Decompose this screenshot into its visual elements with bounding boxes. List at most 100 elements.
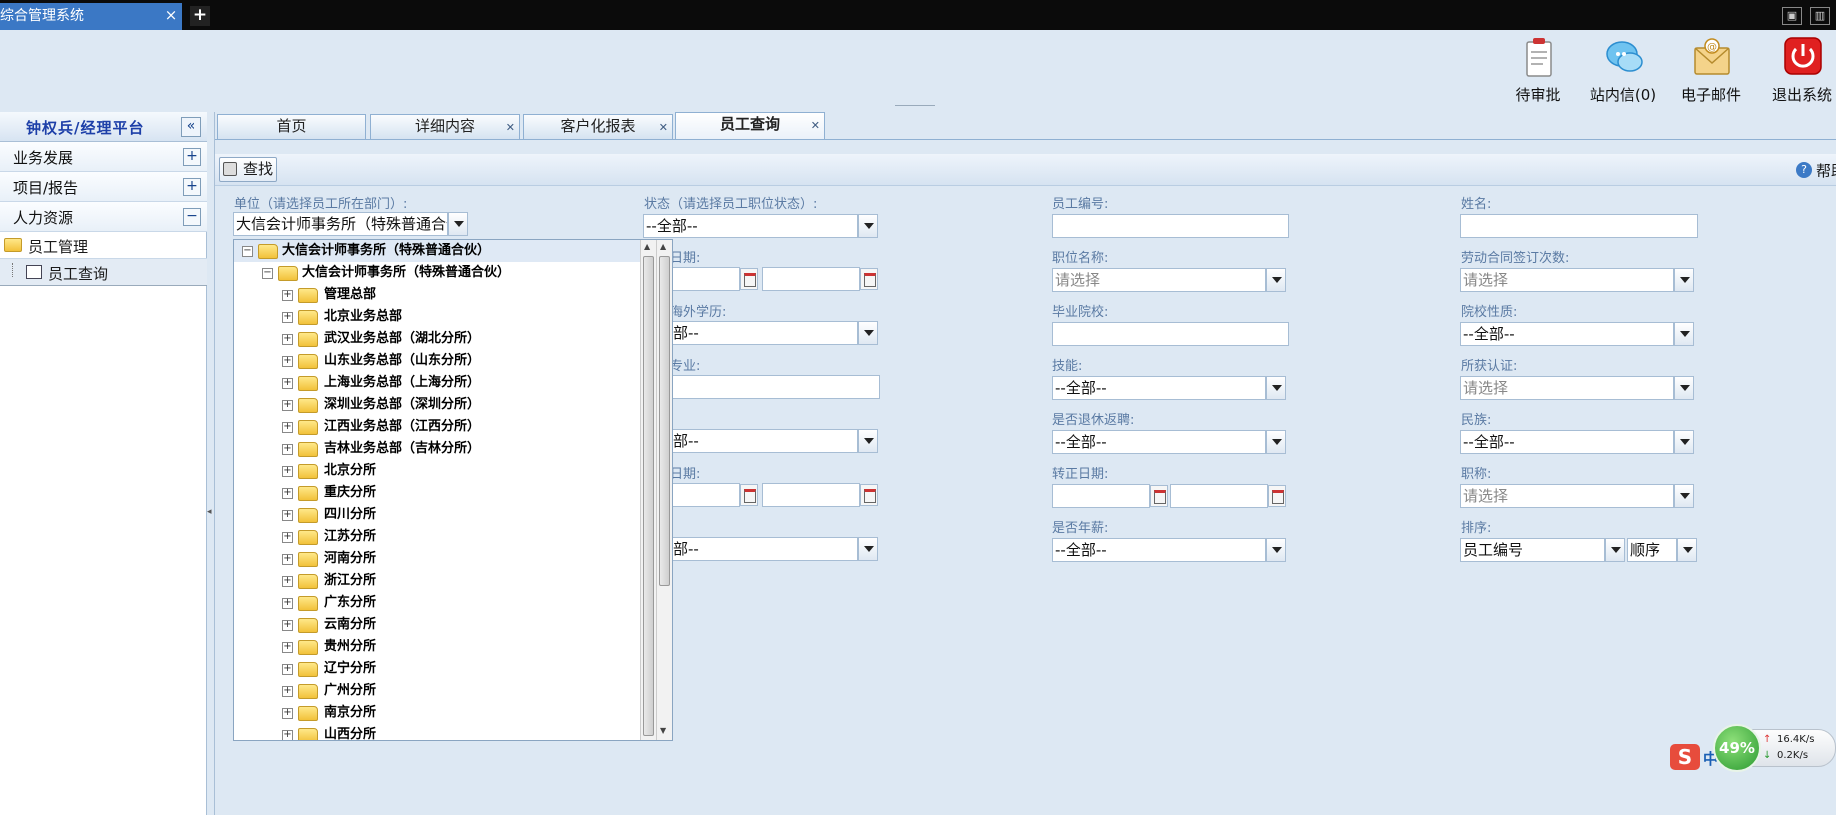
memory-percent-ball[interactable]: 49% — [1713, 724, 1761, 772]
logout-button[interactable]: 退出系统 — [1757, 36, 1836, 106]
sidebar-splitter[interactable]: ◂ — [207, 112, 215, 815]
unit-dropdown-icon[interactable] — [448, 212, 468, 236]
expand-icon[interactable]: + — [282, 708, 293, 719]
dropdown-icon[interactable] — [1674, 484, 1694, 508]
expand-icon[interactable]: + — [183, 148, 201, 166]
major-input[interactable] — [670, 375, 880, 399]
sidebar-item-employee-management[interactable]: 员工管理 — [0, 232, 207, 259]
expand-icon[interactable]: + — [282, 510, 293, 521]
date-to-input[interactable] — [762, 267, 860, 291]
ethnic-select[interactable]: --全部-- — [1460, 430, 1674, 454]
collapse-icon[interactable]: − — [262, 268, 273, 279]
browser-tab-close-icon[interactable]: × — [163, 3, 179, 27]
expand-icon[interactable]: + — [183, 178, 201, 196]
expand-icon[interactable]: + — [282, 598, 293, 609]
date-from-input[interactable] — [670, 267, 740, 291]
pending-approval-button[interactable]: 待审批 — [1493, 36, 1583, 106]
status-select[interactable]: --全部-- — [643, 214, 858, 238]
tree-outer-scrollbar[interactable]: ▲ ▼ — [656, 240, 672, 740]
tree-scrollbar[interactable]: ▲ — [640, 240, 656, 740]
expand-icon[interactable]: + — [282, 334, 293, 345]
calendar-icon[interactable] — [1268, 485, 1286, 507]
expand-icon[interactable]: + — [282, 664, 293, 675]
trash-icon[interactable]: ▥ — [1810, 7, 1830, 25]
collapse-icon[interactable]: − — [242, 246, 253, 257]
regular-date-to-input[interactable] — [1170, 484, 1268, 508]
email-button[interactable]: @ 电子邮件 — [1666, 36, 1756, 106]
scroll-up-icon[interactable]: ▲ — [660, 242, 666, 251]
browser-tab[interactable]: 综合管理系统 — [0, 3, 182, 30]
dropdown-icon[interactable] — [1266, 430, 1286, 454]
sogou-ime-icon[interactable]: S — [1670, 744, 1700, 770]
expand-icon[interactable]: + — [282, 422, 293, 433]
sort-field-select[interactable]: 员工编号 — [1460, 538, 1605, 562]
expand-icon[interactable]: + — [282, 466, 293, 477]
messages-button[interactable]: 站内信(0) — [1578, 36, 1668, 106]
scroll-up-icon[interactable]: ▲ — [644, 242, 650, 251]
sort-order-select[interactable]: 顺序 — [1627, 538, 1677, 562]
skill-select[interactable]: --全部-- — [1052, 376, 1266, 400]
calendar-icon[interactable] — [860, 484, 878, 506]
dropdown-icon[interactable] — [1266, 376, 1286, 400]
name-input[interactable] — [1460, 214, 1698, 238]
dropdown-icon[interactable] — [1677, 538, 1697, 562]
school-type-select[interactable]: --全部-- — [1460, 322, 1674, 346]
expand-icon[interactable]: + — [282, 532, 293, 543]
row5-select[interactable]: 部-- — [670, 429, 858, 453]
sidebar-item-employee-query[interactable]: 员工查询 — [0, 259, 207, 286]
annuity-select[interactable]: --全部-- — [1052, 538, 1266, 562]
row7-select[interactable]: 部-- — [670, 537, 858, 561]
position-select[interactable]: 请选择 — [1052, 268, 1266, 292]
overseas-edu-select[interactable]: 部-- — [670, 321, 858, 345]
calendar-icon[interactable] — [1150, 485, 1168, 507]
unit-select[interactable]: 大信会计师事务所（特殊普通合伙） — [233, 212, 448, 236]
expand-icon[interactable]: + — [282, 400, 293, 411]
calendar-icon[interactable] — [860, 268, 878, 290]
expand-icon[interactable]: + — [282, 554, 293, 565]
sidebar-item-projects[interactable]: 项目/报告 + — [0, 172, 207, 202]
regular-date-from-input[interactable] — [1052, 484, 1150, 508]
expand-icon[interactable]: + — [282, 488, 293, 499]
tab-close-icon[interactable]: ✕ — [506, 116, 515, 139]
sidebar-collapse-button[interactable]: « — [181, 117, 201, 137]
expand-icon[interactable]: + — [282, 312, 293, 323]
certification-select[interactable]: 请选择 — [1460, 376, 1674, 400]
expand-icon[interactable]: + — [282, 642, 293, 653]
expand-icon[interactable]: + — [282, 686, 293, 697]
tab-employee-query[interactable]: 员工查询 ✕ — [675, 112, 825, 139]
calendar-icon[interactable] — [740, 484, 758, 506]
tab-close-icon[interactable]: ✕ — [811, 114, 820, 137]
scroll-down-icon[interactable]: ▼ — [660, 726, 666, 735]
contract-count-select[interactable]: 请选择 — [1460, 268, 1674, 292]
dropdown-icon[interactable] — [1266, 268, 1286, 292]
new-tab-button[interactable]: + — [190, 6, 210, 26]
tab-custom-reports[interactable]: 客户化报表 ✕ — [523, 114, 673, 139]
expand-icon[interactable]: + — [282, 730, 293, 740]
dropdown-icon[interactable] — [858, 429, 878, 453]
expand-icon[interactable]: + — [282, 620, 293, 631]
scroll-thumb[interactable] — [659, 256, 670, 586]
header-collapse-handle[interactable] — [895, 105, 935, 110]
dropdown-icon[interactable] — [1674, 430, 1694, 454]
calendar-icon[interactable] — [740, 268, 758, 290]
network-speed-widget[interactable]: ↑ 16.4K/s ↓ 0.2K/s — [1748, 729, 1836, 767]
tab-details[interactable]: 详细内容 ✕ — [370, 114, 520, 139]
emp-no-input[interactable] — [1052, 214, 1289, 238]
expand-icon[interactable]: + — [282, 290, 293, 301]
expand-icon[interactable]: + — [282, 378, 293, 389]
dropdown-icon[interactable] — [1674, 376, 1694, 400]
tab-home[interactable]: 首页 — [217, 114, 366, 139]
dropdown-icon[interactable] — [858, 537, 878, 561]
dropdown-icon[interactable] — [858, 321, 878, 345]
sidebar-item-hr[interactable]: 人力资源 − — [0, 202, 207, 232]
scroll-thumb[interactable] — [643, 256, 654, 736]
sidebar-item-business[interactable]: 业务发展 + — [0, 142, 207, 172]
collapse-icon[interactable]: − — [183, 208, 201, 226]
school-input[interactable] — [1052, 322, 1289, 346]
dropdown-icon[interactable] — [1605, 538, 1625, 562]
expand-icon[interactable]: + — [282, 444, 293, 455]
dropdown-icon[interactable] — [1674, 268, 1694, 292]
tab-close-icon[interactable]: ✕ — [659, 116, 668, 139]
expand-icon[interactable]: + — [282, 576, 293, 587]
find-button[interactable]: 查找 — [219, 157, 277, 182]
